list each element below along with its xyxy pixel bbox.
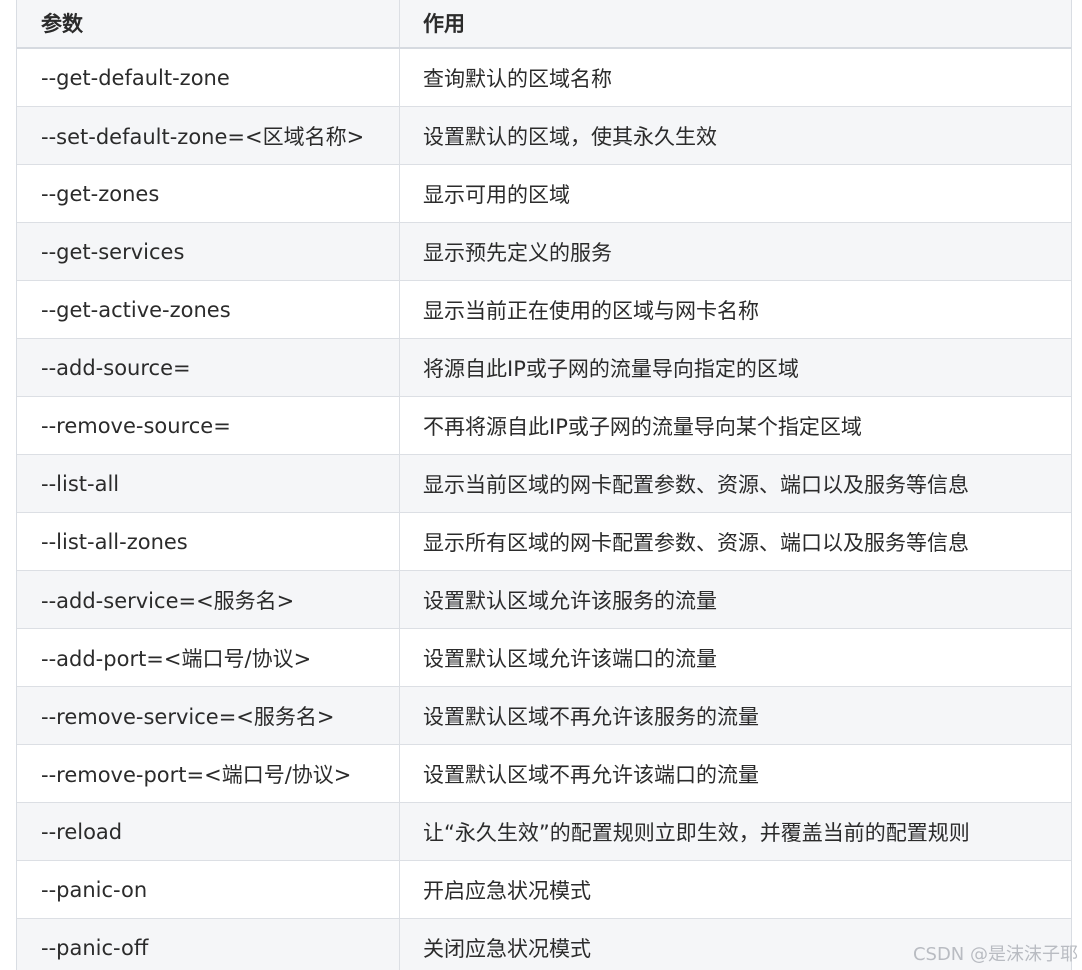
table-header-row: 参数 作用 — [17, 0, 1071, 49]
header-param: 参数 — [17, 0, 400, 47]
param-cell: --remove-port=<端口号/协议> — [17, 745, 400, 802]
table-row: --remove-port=<端口号/协议> 设置默认区域不再允许该端口的流量 — [17, 745, 1071, 803]
table-row: --remove-service=<服务名> 设置默认区域不再允许该服务的流量 — [17, 687, 1071, 745]
param-cell: --get-zones — [17, 165, 400, 222]
desc-cell: 查询默认的区域名称 — [423, 66, 612, 91]
param-cell: --add-service=<服务名> — [17, 571, 400, 628]
firewall-cmd-params-table: 参数 作用 --get-default-zone 查询默认的区域名称 --set… — [16, 0, 1072, 970]
param-cell: --panic-on — [17, 861, 400, 918]
table-row: --get-services 显示预先定义的服务 — [17, 223, 1071, 281]
desc-cell: 让“永久生效”的配置规则立即生效，并覆盖当前的配置规则 — [423, 820, 970, 845]
desc-cell: 显示当前正在使用的区域与网卡名称 — [423, 298, 759, 323]
table-row: --set-default-zone=<区域名称> 设置默认的区域，使其永久生效 — [17, 107, 1071, 165]
desc-cell: 显示所有区域的网卡配置参数、资源、端口以及服务等信息 — [423, 530, 969, 555]
desc-cell: 设置默认区域不再允许该服务的流量 — [423, 704, 759, 729]
desc-cell: 设置默认区域允许该服务的流量 — [423, 588, 717, 613]
desc-cell: 显示当前区域的网卡配置参数、资源、端口以及服务等信息 — [423, 472, 969, 497]
desc-cell: 开启应急状况模式 — [423, 878, 591, 903]
desc-cell: 显示可用的区域 — [423, 182, 570, 207]
param-cell: --add-source= — [17, 339, 400, 396]
param-cell: --get-default-zone — [17, 49, 400, 106]
desc-cell: 显示预先定义的服务 — [423, 240, 612, 265]
table-row: --reload 让“永久生效”的配置规则立即生效，并覆盖当前的配置规则 — [17, 803, 1071, 861]
desc-cell: 不再将源自此IP或子网的流量导向某个指定区域 — [423, 414, 862, 439]
param-cell: --reload — [17, 803, 400, 860]
desc-cell: 设置默认的区域，使其永久生效 — [423, 124, 717, 149]
param-cell: --get-active-zones — [17, 281, 400, 338]
param-cell: --remove-source= — [17, 397, 400, 454]
watermark-text: CSDN @是沫沫子耶 — [912, 944, 1078, 965]
table-row: --remove-source= 不再将源自此IP或子网的流量导向某个指定区域 — [17, 397, 1071, 455]
table-row: --get-zones 显示可用的区域 — [17, 165, 1071, 223]
table-row: --add-source= 将源自此IP或子网的流量导向指定的区域 — [17, 339, 1071, 397]
table-row: --add-port=<端口号/协议> 设置默认区域允许该端口的流量 — [17, 629, 1071, 687]
param-cell: --list-all-zones — [17, 513, 400, 570]
param-cell: --remove-service=<服务名> — [17, 687, 400, 744]
desc-cell: 设置默认区域不再允许该端口的流量 — [423, 762, 759, 787]
table-row: --panic-on 开启应急状况模式 — [17, 861, 1071, 919]
param-cell: --set-default-zone=<区域名称> — [17, 107, 400, 164]
table-row: --get-default-zone 查询默认的区域名称 — [17, 49, 1071, 107]
table-row: --list-all 显示当前区域的网卡配置参数、资源、端口以及服务等信息 — [17, 455, 1071, 513]
desc-cell: 设置默认区域允许该端口的流量 — [423, 646, 717, 671]
header-function: 作用 — [423, 11, 465, 36]
param-cell: --get-services — [17, 223, 400, 280]
param-cell: --panic-off — [17, 919, 400, 970]
param-cell: --list-all — [17, 455, 400, 512]
desc-cell: 将源自此IP或子网的流量导向指定的区域 — [423, 356, 799, 381]
table-row: --add-service=<服务名> 设置默认区域允许该服务的流量 — [17, 571, 1071, 629]
table-row: --get-active-zones 显示当前正在使用的区域与网卡名称 — [17, 281, 1071, 339]
table-row: --list-all-zones 显示所有区域的网卡配置参数、资源、端口以及服务… — [17, 513, 1071, 571]
param-cell: --add-port=<端口号/协议> — [17, 629, 400, 686]
